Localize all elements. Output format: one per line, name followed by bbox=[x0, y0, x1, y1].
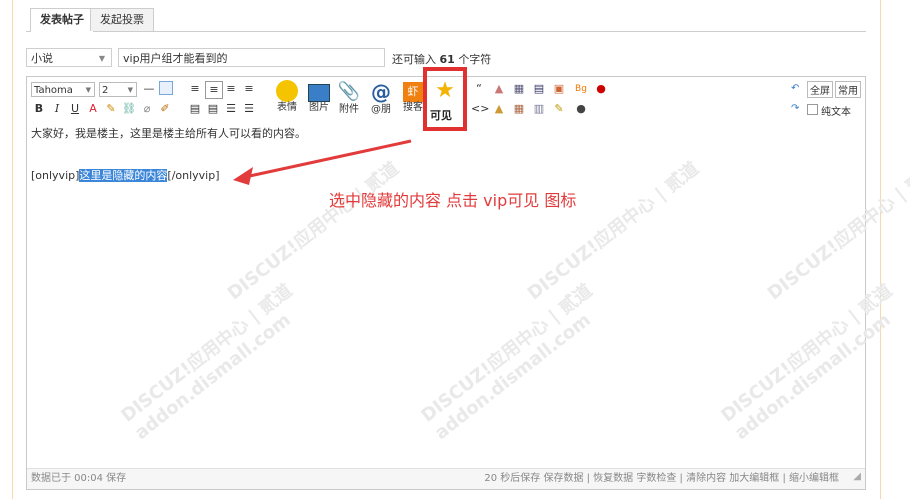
char-count: 61 bbox=[439, 53, 455, 66]
chevron-down-icon: ▼ bbox=[98, 54, 105, 63]
frame-border-right bbox=[880, 0, 881, 499]
annotation-arrow bbox=[233, 139, 412, 185]
watermark: DISCUZ!应用中心 | 贰道 addon.dismall.com bbox=[117, 280, 297, 444]
frame-border-left bbox=[12, 0, 13, 499]
watermark: DISCUZ!应用中心 | 贰道 addon.dismall.com bbox=[417, 280, 597, 444]
tab-post-thread[interactable]: 发表帖子 bbox=[30, 8, 94, 32]
resize-handle-icon[interactable]: ◢ bbox=[853, 467, 861, 487]
autosave-status: 数据已于 00:04 保存 bbox=[31, 473, 127, 484]
tab-start-poll[interactable]: 发起投票 bbox=[90, 8, 154, 31]
category-select[interactable]: 小说 ▼ bbox=[26, 48, 112, 67]
rich-text-editor: DISCUZ!应用中心 | 贰道 addon.dismall.com DISCUZ… bbox=[26, 67, 910, 490]
statusbar-actions[interactable]: 20 秒后保存 保存数据 | 恢复数据 字数检查 | 清除内容 加大编辑框 | … bbox=[484, 469, 839, 489]
category-value: 小说 bbox=[31, 52, 53, 65]
tab-bar: 发表帖子 发起投票 bbox=[26, 4, 866, 32]
editor-statusbar: 数据已于 00:04 保存 20 秒后保存 保存数据 | 恢复数据 字数检查 |… bbox=[27, 468, 865, 489]
subject-input[interactable]: vip用户组才能看到的 bbox=[118, 48, 385, 67]
char-counter: 还可输入 61 个字符 bbox=[392, 53, 492, 66]
annotation-text: 选中隐藏的内容 点击 vip可见 图标 bbox=[329, 191, 577, 210]
